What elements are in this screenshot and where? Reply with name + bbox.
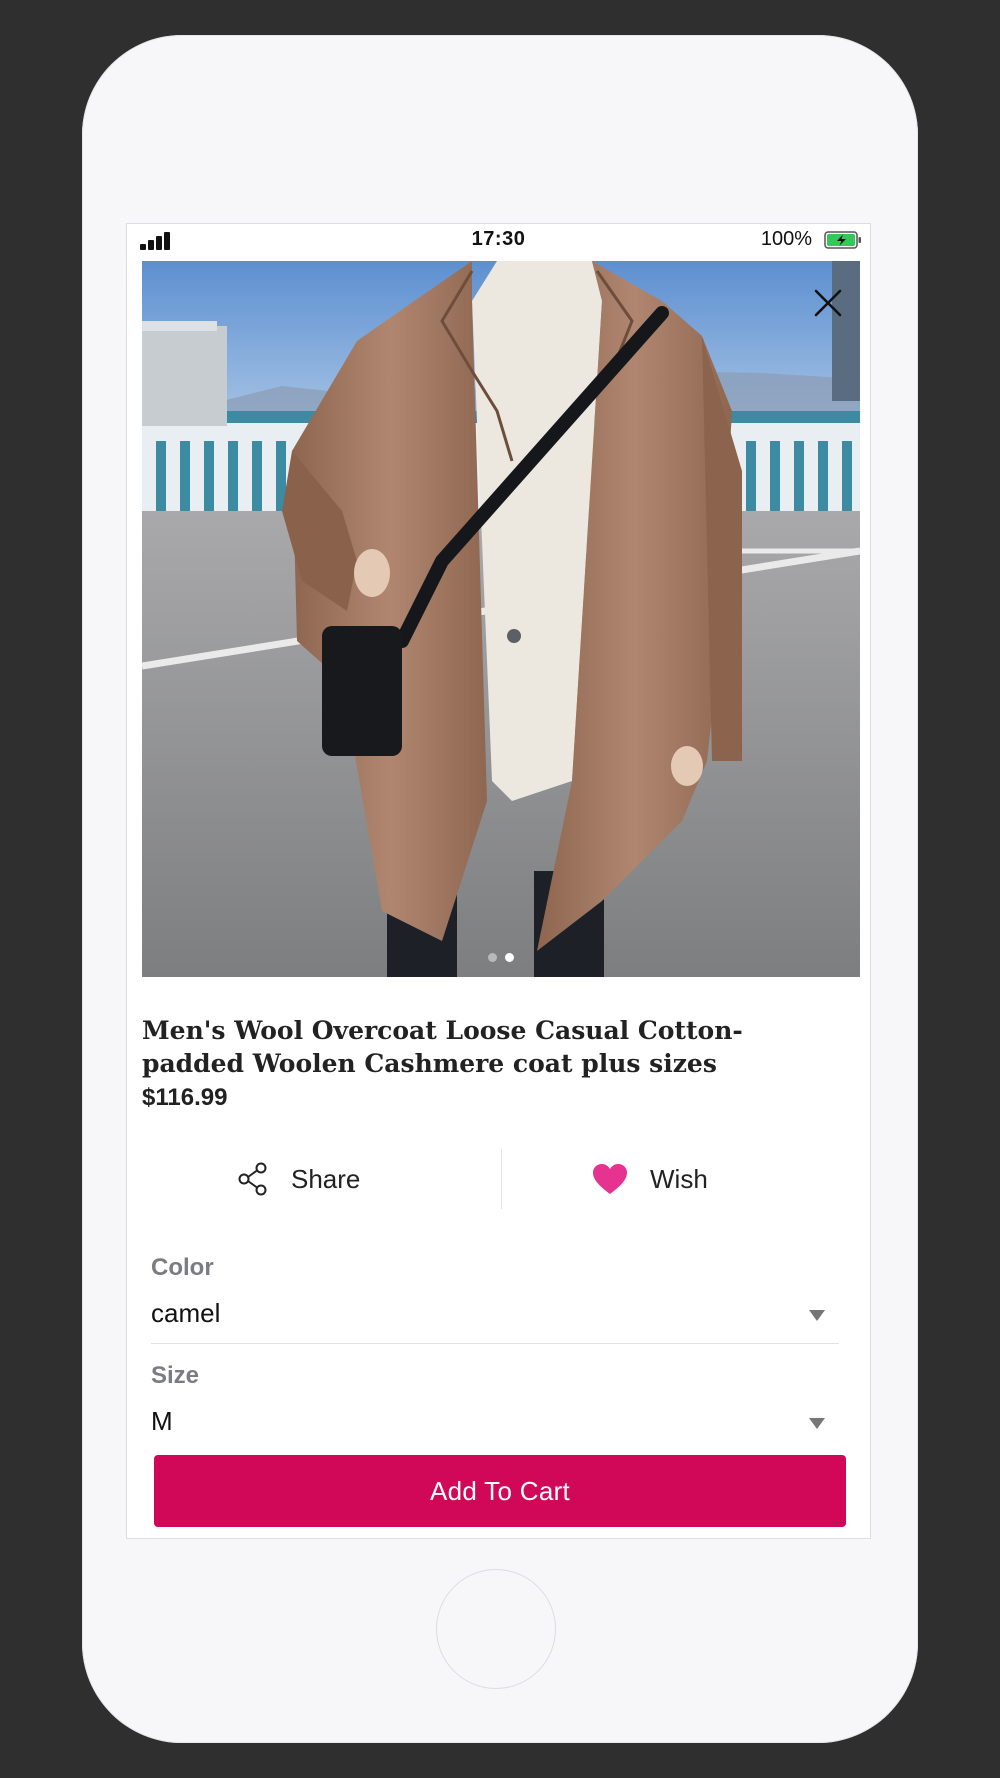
color-label: Color xyxy=(151,1254,214,1281)
heart-icon xyxy=(592,1163,628,1195)
pager-dot-2[interactable] xyxy=(505,953,514,962)
close-icon xyxy=(814,289,842,317)
close-button[interactable] xyxy=(810,285,846,321)
size-label: Size xyxy=(151,1362,200,1389)
image-pager[interactable] xyxy=(142,949,860,967)
battery-percent: 100% xyxy=(760,228,812,250)
share-button[interactable]: Share xyxy=(237,1149,360,1209)
status-bar: 17:30 100% xyxy=(127,224,870,258)
product-image[interactable] xyxy=(142,261,860,977)
caret-down-icon[interactable] xyxy=(809,1310,825,1321)
caret-down-icon[interactable] xyxy=(809,1418,825,1429)
action-divider xyxy=(501,1149,502,1209)
wish-label: Wish xyxy=(650,1163,708,1194)
color-select[interactable]: camel xyxy=(151,1298,220,1329)
product-photo xyxy=(142,261,860,977)
battery-icon xyxy=(824,231,861,249)
home-button[interactable] xyxy=(436,1569,556,1689)
status-time: 17:30 xyxy=(471,228,526,250)
share-icon xyxy=(237,1162,269,1196)
product-title: Men's Wool Overcoat Loose Casual Cotton-… xyxy=(142,1016,743,1078)
action-bar: Share Wish xyxy=(142,1149,860,1209)
pager-dot-1[interactable] xyxy=(488,953,497,962)
product-price: $116.99 xyxy=(142,1084,228,1111)
share-label: Share xyxy=(291,1163,361,1194)
wish-button[interactable]: Wish xyxy=(592,1149,708,1209)
size-select[interactable]: M xyxy=(151,1406,173,1437)
add-to-cart-button[interactable]: Add To Cart xyxy=(154,1455,846,1527)
color-underline xyxy=(151,1343,839,1344)
product-screen: 17:30 100% Men's Wool Overcoat Loose Cas… xyxy=(126,223,871,1539)
